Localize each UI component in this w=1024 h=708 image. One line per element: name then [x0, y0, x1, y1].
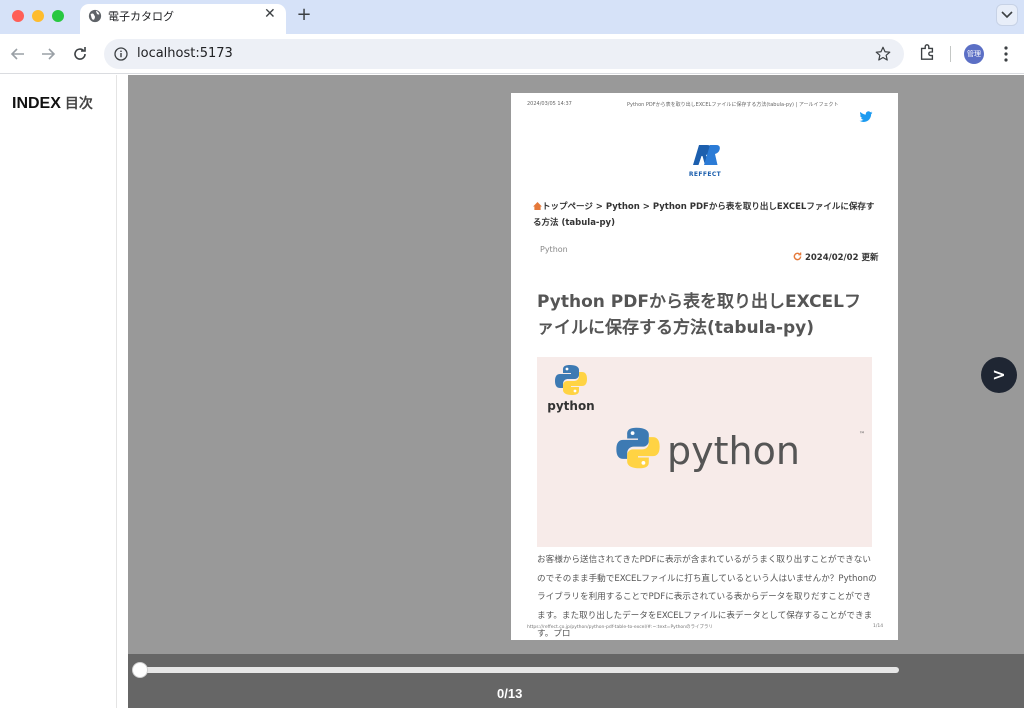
plus-icon[interactable]: +	[295, 4, 313, 25]
page-slider[interactable]	[132, 662, 899, 678]
globe-icon	[88, 9, 102, 23]
window-close-button[interactable]	[12, 10, 24, 22]
page-slider-thumb[interactable]	[132, 662, 148, 678]
python-logo-large: python ™	[615, 425, 865, 475]
browser-toolbar: localhost:5173 管理	[0, 34, 1024, 74]
page-navigation-bar: 0/13	[128, 654, 1024, 708]
page-footer-url: https://reffect.co.jp/python/python-pdf-…	[527, 625, 714, 630]
browser-tab-active[interactable]: 電子カタログ ✕	[80, 4, 286, 34]
refresh-icon	[793, 252, 802, 261]
updated-text: 2024/02/02 更新	[804, 253, 879, 263]
page-header-date: 2024/03/05 14:37	[527, 101, 572, 107]
page-counter: 0/13	[497, 686, 523, 701]
index-title: INDEX	[12, 95, 61, 112]
category-label: Python	[540, 245, 568, 254]
reffect-logo: REFFECT	[681, 143, 729, 178]
star-icon[interactable]	[874, 45, 892, 63]
window-maximize-button[interactable]	[52, 10, 64, 22]
article-title: Python PDFから表を取り出しEXCELファイルに保存する方法(tabul…	[537, 292, 862, 338]
reffect-logo-mark	[693, 145, 720, 165]
breadcrumb: トップページ > Python > Python PDFから表を取り出しEXCE…	[533, 199, 878, 231]
tab-search-button[interactable]	[996, 4, 1018, 26]
breadcrumb-text: トップページ > Python > Python PDFから表を取り出しEXCE…	[533, 202, 875, 228]
hero-big-label: python	[667, 429, 800, 473]
home-icon	[533, 202, 542, 210]
logo-text: REFFECT	[688, 171, 722, 178]
back-arrow-icon[interactable]	[8, 44, 28, 64]
hero-small-label: python	[547, 399, 595, 413]
browser-tab-strip: 電子カタログ ✕ +	[0, 0, 1024, 34]
hero-trademark: ™	[859, 431, 865, 438]
index-heading: INDEX 目次	[12, 93, 93, 113]
tab-title: 電子カタログ	[108, 10, 174, 23]
python-logo	[555, 365, 587, 395]
reload-icon[interactable]	[70, 44, 90, 64]
url-text[interactable]: localhost:5173	[137, 46, 233, 61]
more-vert-icon[interactable]	[998, 44, 1014, 64]
index-subtitle: 目次	[64, 95, 93, 111]
next-page-button[interactable]: >	[981, 357, 1017, 393]
hero-image: python python ™	[537, 357, 872, 547]
updated-date: 2024/02/02 更新	[793, 251, 878, 263]
avatar[interactable]: 管理	[964, 44, 984, 64]
twitter-icon	[859, 111, 873, 122]
index-sidebar: INDEX 目次	[0, 75, 128, 708]
address-bar[interactable]: localhost:5173	[104, 39, 904, 69]
close-icon[interactable]: ✕	[264, 6, 276, 22]
catalog-viewer: 2024/03/05 14:37 Python PDFから表を取り出しEXCEL…	[128, 75, 1024, 654]
window-minimize-button[interactable]	[32, 10, 44, 22]
chevron-down-icon	[1001, 11, 1013, 19]
forward-arrow-icon[interactable]	[38, 44, 58, 64]
info-icon[interactable]	[114, 47, 128, 61]
extensions-icon[interactable]	[918, 43, 936, 61]
page-footer-number: 1/14	[873, 624, 884, 629]
python-logo	[616, 427, 660, 469]
sidebar-divider	[116, 75, 117, 708]
document-page: 2024/03/05 14:37 Python PDFから表を取り出しEXCEL…	[511, 93, 898, 640]
python-logo-small: python	[547, 363, 595, 413]
page-header-title: Python PDFから表を取り出しEXCELファイルに保存する方法(tabul…	[627, 102, 839, 108]
toolbar-separator	[950, 46, 951, 62]
